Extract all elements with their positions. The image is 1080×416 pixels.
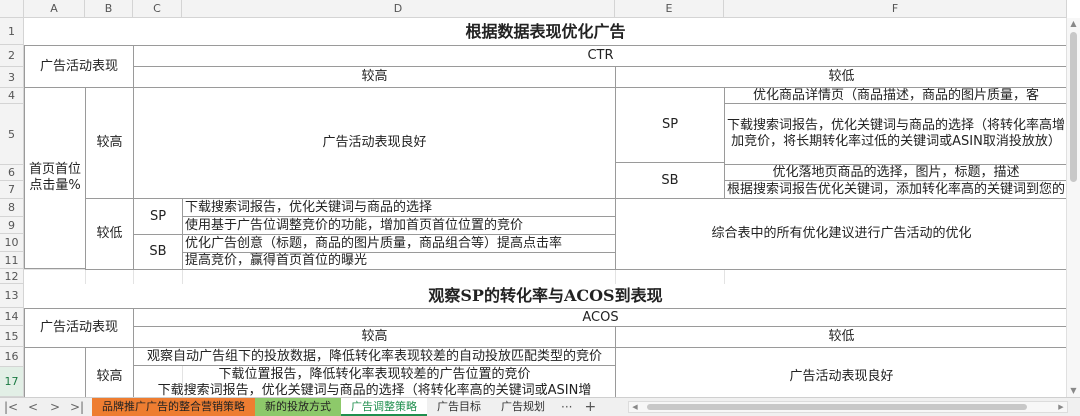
table1-f5: 下载搜索词报告，优化关键词与商品的选择（将转化率高增加竞价，将长期转化率过低的关… (724, 103, 1067, 165)
row-header-11[interactable]: 11 (0, 252, 24, 269)
table2-d18: 下载搜索词报告，优化关键词与商品的选择（将转化率高的关键词或ASIN增 (157, 383, 592, 397)
table1-d9: 使用基于广告位调整竞价的功能，增加首页首位位置的竞价 (182, 216, 616, 235)
row-header-7[interactable]: 7 (0, 181, 24, 199)
table2-d16: 观察自动广告组下的投放数据，降低转化率表现较差的自动投放匹配类型的竞价 (133, 347, 616, 366)
vertical-scrollbar[interactable]: ▲ ▼ (1066, 18, 1080, 397)
row-header-10[interactable]: 10 (0, 234, 24, 252)
tab-new-targeting[interactable]: 新的投放方式 (255, 398, 341, 416)
table2-row-header: 广告活动表现 (24, 308, 134, 348)
table2-title: 观察SP的转化率与ACOS到表现 (24, 284, 1067, 308)
row-header-15[interactable]: 15 (0, 326, 24, 347)
prev-sheet-icon[interactable]: < (22, 400, 44, 414)
table1-row-header: 广告活动表现 (24, 45, 134, 88)
table1-metric-ctr: CTR (133, 45, 1067, 67)
table1-click-low: 较低 (85, 198, 134, 270)
column-header-c[interactable]: C (133, 0, 182, 18)
row-header-12[interactable]: 12 (0, 269, 24, 284)
row-header-17[interactable]: 17 (0, 367, 24, 397)
row-header-8[interactable]: 8 (0, 199, 24, 217)
row-header-2[interactable]: 2 (0, 45, 24, 67)
last-sheet-icon[interactable]: >| (66, 400, 88, 414)
table1-d8: 下载搜索词报告，优化关键词与商品的选择 (182, 198, 616, 217)
row-header-5[interactable]: 5 (0, 104, 24, 165)
tab-ad-goals[interactable]: 广告目标 (427, 398, 491, 416)
table1-ctr-low: 较低 (615, 66, 1067, 88)
scroll-right-icon[interactable]: ▶ (1055, 402, 1067, 412)
column-header-a[interactable]: A (24, 0, 85, 18)
table1-side-metric: 首页首位点击量% (24, 87, 86, 269)
table1-sb-high: SB (615, 162, 725, 199)
sheet-grid[interactable]: 根据数据表现优化广告 广告活动表现 CTR 较高 较低 首页首位点击量% 较高 … (24, 18, 1067, 397)
table2-metric-acos: ACOS (133, 308, 1067, 327)
row-header-3[interactable]: 3 (0, 67, 24, 88)
add-sheet-icon[interactable]: + (578, 399, 602, 415)
tab-brand-strategy[interactable]: 品牌推广广告的整合营销策略 (92, 398, 255, 416)
horizontal-scroll-thumb[interactable] (647, 404, 1027, 410)
table1-d11: 提高竞价，赢得首页首位的曝光 (182, 252, 616, 270)
table2-side-empty (24, 347, 86, 397)
table2-conv-high: 较高 (85, 347, 134, 397)
table1-good: 广告活动表现良好 (133, 87, 616, 199)
table1-ctr-high: 较高 (133, 66, 616, 88)
first-sheet-icon[interactable]: |< (0, 400, 22, 414)
scroll-up-icon[interactable]: ▲ (1067, 18, 1080, 30)
row-header-16[interactable]: 16 (0, 347, 24, 367)
table1-f7: 根据搜索词报告优化关键词，添加转化率高的关键词到您的 (724, 180, 1067, 199)
row-header-6[interactable]: 6 (0, 165, 24, 181)
row-header-13[interactable]: 13 (0, 284, 24, 308)
table1-sp-low: SP (133, 198, 183, 235)
table2-acos-high: 较高 (133, 326, 616, 348)
table2-d17: 下载位置报告，降低转化率表现较差的广告位置的竞价 (218, 366, 531, 382)
table1-click-high: 较高 (85, 87, 134, 199)
table1-sp-high: SP (615, 87, 725, 163)
table1-combined: 综合表中的所有优化建议进行广告活动的优化 (615, 198, 1067, 270)
table2-good: 广告活动表现良好 (615, 347, 1067, 397)
table1-sb-low: SB (133, 234, 183, 270)
scroll-left-icon[interactable]: ◀ (629, 402, 641, 412)
scroll-down-icon[interactable]: ▼ (1067, 385, 1080, 397)
more-sheets-icon[interactable]: ··· (555, 400, 578, 414)
column-header-b[interactable]: B (85, 0, 133, 18)
row-header-9[interactable]: 9 (0, 217, 24, 234)
row-header-4[interactable]: 4 (0, 88, 24, 104)
column-header-d[interactable]: D (182, 0, 615, 18)
row-header-1[interactable]: 1 (0, 18, 24, 45)
vertical-scroll-thumb[interactable] (1070, 32, 1077, 182)
table1-d10: 优化广告创意（标题，商品的图片质量，商品组合等）提高点击率 (182, 234, 616, 253)
select-all-corner[interactable] (0, 0, 24, 18)
horizontal-scrollbar[interactable]: ◀ ▶ (628, 401, 1068, 413)
next-sheet-icon[interactable]: > (44, 400, 66, 414)
column-header-f[interactable]: F (724, 0, 1067, 18)
table2-acos-low: 较低 (615, 326, 1067, 348)
tab-ad-adjustment[interactable]: 广告调整策略 (341, 398, 427, 416)
column-header-e[interactable]: E (615, 0, 724, 18)
table1-f6: 优化落地页商品的选择，图片，标题，描述 (724, 164, 1067, 181)
table1-title: 根据数据表现优化广告 (24, 18, 1067, 45)
row-header-14[interactable]: 14 (0, 308, 24, 326)
table1-f4: 优化商品详情页（商品描述，商品的图片质量，客 (724, 87, 1067, 104)
tab-ad-planning[interactable]: 广告规划 (491, 398, 555, 416)
